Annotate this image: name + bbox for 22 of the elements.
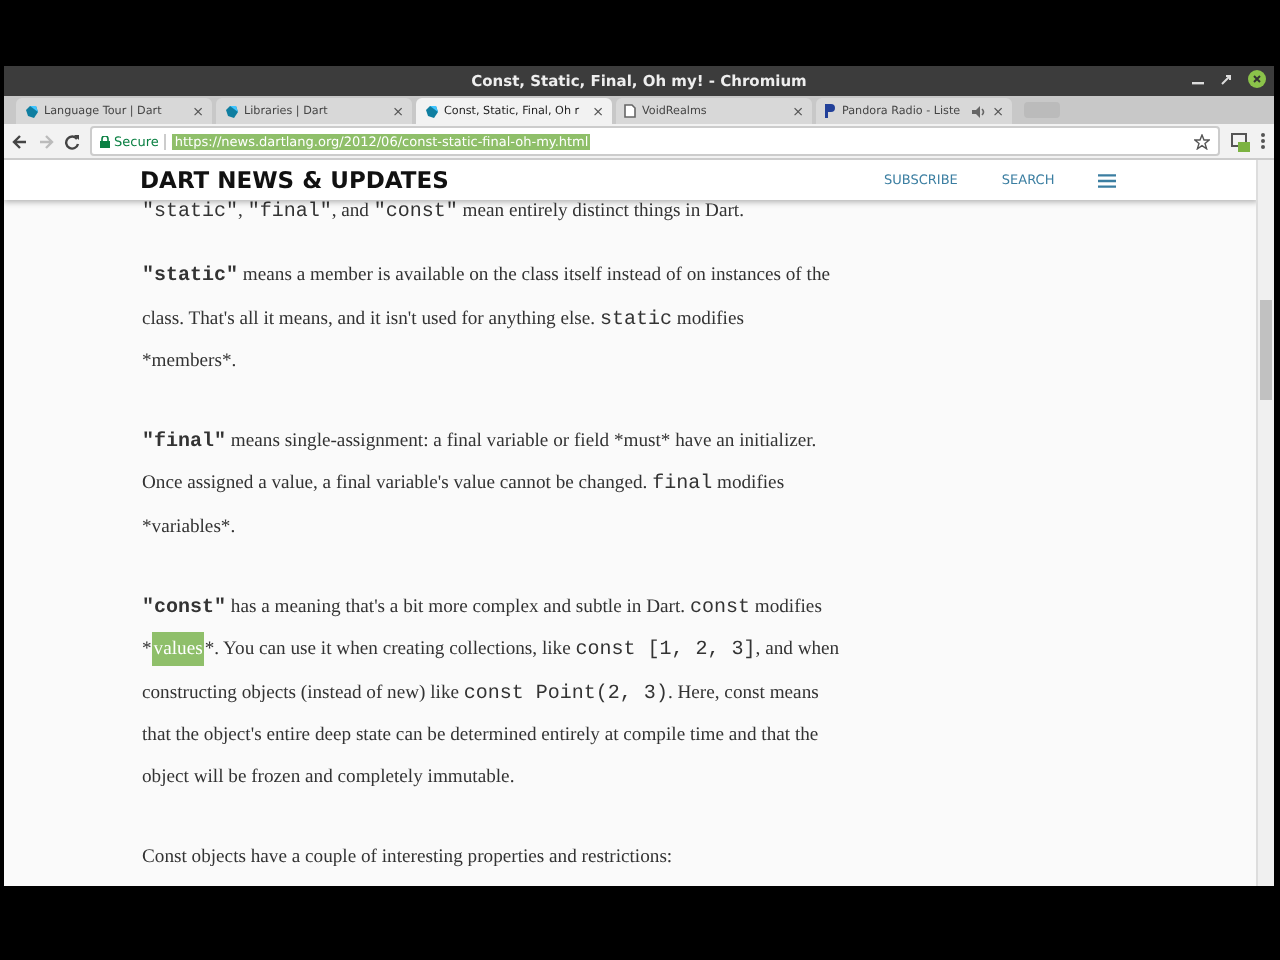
paragraph: Const objects have a couple of interesting properties and restrictions:: [142, 843, 675, 872]
maximize-icon[interactable]: [1220, 73, 1232, 85]
p-logo-icon: [824, 104, 836, 118]
close-icon[interactable]: [1248, 70, 1266, 88]
scrollbar[interactable]: [1256, 160, 1274, 886]
paragraph: "final" means single-assignment: a final variable or field *must* have an initializer. Once assigned a value, a final variable's value cannot be changed. final modifies *variables*.: [142, 427, 819, 542]
paragraph: "const" has a meaning that's a bit more complex and subtle in Dart. const modifies *values*. You can use it when creating collections, like const [1, 2, 3], and when constructing objects (instead of new) like const Point(2, 3). Here, const means that the object's entire deep state can be determined entirely at compile time and that the object will be frozen and completely immutable.: [142, 593, 842, 792]
paragraph: "static" means a member is available on the class itself instead of on instances of the class. That's all it means, and it isn't used for anything else. static modifies *members*.: [142, 262, 832, 377]
paragraph: "static", "final", and "const" mean entirely distinct things in Dart.: [142, 198, 746, 228]
menu-icon[interactable]: [1260, 132, 1266, 150]
back-icon[interactable]: [12, 133, 28, 149]
star-icon[interactable]: [1194, 133, 1210, 149]
lock-icon: [100, 135, 110, 147]
extension-icon[interactable]: [1230, 131, 1250, 151]
site-title[interactable]: DART NEWS & UPDATES: [140, 166, 884, 194]
menu-icon[interactable]: [1098, 173, 1117, 187]
dart-logo-icon: [424, 104, 438, 118]
dart-logo-icon: [224, 104, 238, 118]
dart-logo-icon: [24, 104, 38, 118]
page-icon: [624, 104, 636, 118]
reload-icon[interactable]: [64, 133, 80, 149]
scrollbar-thumb[interactable]: [1260, 300, 1272, 400]
